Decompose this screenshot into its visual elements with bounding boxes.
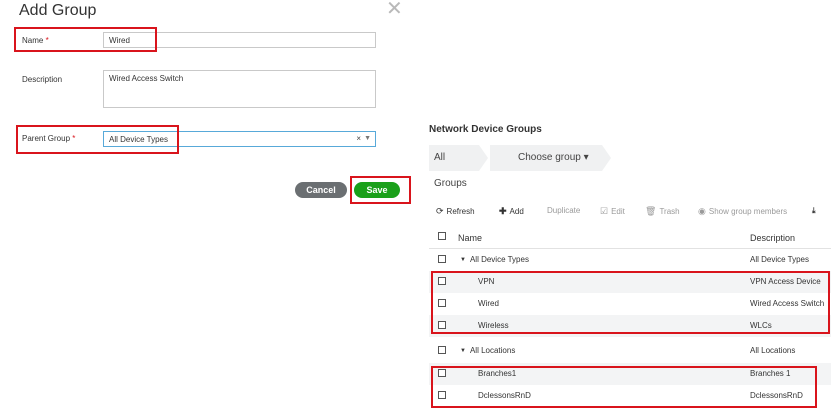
eye-icon: ◉ [698, 206, 706, 216]
row-name: DclessonsRnD [478, 391, 531, 400]
add-label: Add [509, 207, 524, 216]
column-name[interactable]: Name [458, 233, 482, 243]
refresh-button[interactable]: ⟳ Refresh [436, 206, 475, 217]
select-all-checkbox[interactable] [438, 232, 446, 240]
trash-icon: 🗑 [645, 206, 657, 216]
table-row[interactable]: Wireless WLCs [429, 315, 831, 337]
row-description: Branches 1 [750, 369, 791, 378]
row-checkbox[interactable] [438, 369, 446, 377]
row-name-text: All Device Types [469, 255, 529, 264]
clear-icon[interactable]: × [356, 134, 361, 143]
row-checkbox[interactable] [438, 255, 446, 263]
edit-button[interactable]: ☑ Edit [600, 206, 625, 217]
plus-icon: ✚ [499, 206, 507, 216]
row-name: ▼ All Device Types [460, 255, 529, 264]
row-description: DclessonsRnD [750, 391, 803, 400]
row-checkbox[interactable] [438, 299, 446, 307]
expand-caret-icon[interactable]: ▼ [460, 348, 466, 354]
parent-group-select[interactable]: All Device Types × ▼ [103, 131, 376, 147]
row-description: Wired Access Switch [750, 299, 825, 308]
row-name: VPN [478, 277, 495, 286]
row-checkbox[interactable] [438, 277, 446, 285]
required-marker: * [72, 134, 76, 143]
row-checkbox[interactable] [438, 346, 446, 354]
table-row[interactable]: Branches1 Branches 1 [429, 363, 831, 385]
row-checkbox[interactable] [438, 321, 446, 329]
show-group-members-button[interactable]: ◉ Show group members [698, 206, 787, 217]
refresh-label: Refresh [446, 207, 475, 216]
choose-group-dropdown[interactable]: Choose group ▾ [490, 145, 611, 171]
edit-label: Edit [611, 207, 625, 216]
row-description: All Device Types [750, 255, 809, 264]
parent-group-label-text: Parent Group [22, 134, 71, 143]
table-row[interactable]: ▼ All Locations All Locations [429, 340, 831, 362]
row-description: WLCs [750, 321, 772, 330]
close-icon[interactable]: ✕ [386, 0, 403, 19]
row-description: VPN Access Device [750, 277, 821, 286]
dialog-title: Add Group [19, 2, 97, 19]
cancel-button[interactable]: Cancel [295, 182, 347, 198]
show-members-label: Show group members [708, 207, 788, 216]
table-row[interactable]: VPN VPN Access Device [429, 271, 831, 293]
refresh-icon: ⟳ [436, 206, 444, 216]
toolbar: ⟳ Refresh ✚ Add Duplicate ☑ Edit 🗑 Trash ◉ Sh… [436, 206, 831, 220]
edit-icon: ☑ [600, 206, 609, 216]
row-description: All Locations [750, 346, 796, 355]
add-button[interactable]: ✚ Add [499, 206, 524, 217]
name-label-text: Name [22, 36, 44, 45]
row-checkbox[interactable] [438, 391, 446, 399]
name-input[interactable]: Wired [103, 32, 376, 48]
row-name: Wired [478, 299, 499, 308]
chevron-down-icon[interactable]: ▼ [364, 135, 371, 142]
name-label: Name * [22, 36, 49, 45]
required-marker: * [45, 36, 49, 45]
save-button[interactable]: Save [354, 182, 400, 198]
row-name: Wireless [478, 321, 509, 330]
breadcrumb-all-groups[interactable]: All Groups [429, 145, 488, 189]
trash-label: Trash [659, 207, 680, 216]
description-textarea[interactable]: Wired Access Switch [103, 70, 376, 108]
expand-caret-icon[interactable]: ▼ [460, 257, 466, 263]
table-row[interactable]: DclessonsRnD DclessonsRnD [429, 385, 831, 407]
description-label: Description [22, 75, 63, 84]
row-name: ▼ All Locations [460, 346, 515, 355]
table-header: Name Description [429, 226, 831, 249]
row-name-text: All Locations [469, 346, 516, 355]
parent-group-value: All Device Types [109, 135, 168, 144]
parent-group-label: Parent Group * [22, 134, 75, 143]
panel-title: Network Device Groups [429, 124, 542, 135]
column-description[interactable]: Description [750, 233, 831, 243]
export-icon[interactable]: ⤓ [812, 206, 816, 216]
table-row[interactable]: Wired Wired Access Switch [429, 293, 831, 315]
trash-button[interactable]: 🗑 Trash [645, 206, 680, 217]
duplicate-button[interactable]: Duplicate [547, 206, 580, 215]
row-name: Branches1 [478, 369, 517, 378]
table-row[interactable]: ▼ All Device Types All Device Types [429, 249, 831, 271]
